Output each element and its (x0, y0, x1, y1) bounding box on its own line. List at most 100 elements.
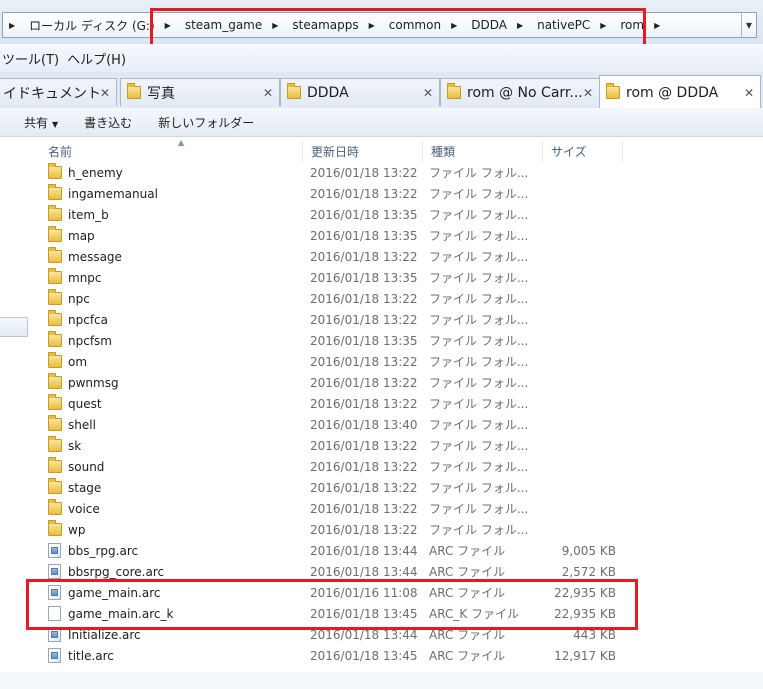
file-name-cell: Initialize.arc (48, 624, 302, 645)
column-header-date[interactable]: 更新日時 (303, 140, 423, 162)
column-header-name[interactable]: 名前 ▲ (40, 138, 303, 162)
file-row[interactable]: game_main.arc 2016/01/16 11:08 ARC ファイル … (30, 582, 763, 603)
file-row[interactable]: om 2016/01/18 13:22 ファイル フォル... (30, 351, 763, 372)
file-row[interactable]: title.arc 2016/01/18 13:45 ARC ファイル 12,9… (30, 645, 763, 666)
caret-down-icon: ▼ (52, 119, 59, 129)
file-name-cell: message (48, 246, 302, 267)
file-row[interactable]: quest 2016/01/18 13:22 ファイル フォル... (30, 393, 763, 414)
folder-icon (48, 478, 62, 494)
column-header-label: 種類 (431, 144, 456, 159)
file-size: 22,935 KB (554, 606, 616, 621)
breadcrumb-ddda[interactable]: DDDA (467, 13, 511, 37)
tab-bar: イドキュメント ✕ 写真 ✕ DDDA ✕ rom @ No Carr... ✕… (0, 72, 763, 109)
file-row[interactable]: sk 2016/01/18 13:22 ファイル フォル... (30, 435, 763, 456)
file-row[interactable]: npcfca 2016/01/18 13:22 ファイル フォル... (30, 309, 763, 330)
close-icon[interactable]: ✕ (423, 86, 433, 100)
file-name-cell: om (48, 351, 302, 372)
burn-button[interactable]: 書き込む (84, 114, 132, 131)
file-type: ARC ファイル (429, 649, 506, 663)
folder-icon (48, 520, 62, 536)
file-size: 9,005 KB (561, 543, 616, 558)
breadcrumb-sep[interactable]: ▶ (648, 13, 670, 37)
close-icon[interactable]: ✕ (100, 86, 110, 100)
folder-icon (48, 457, 62, 473)
file-row[interactable]: item_b 2016/01/18 13:35 ファイル フォル... (30, 204, 763, 225)
menu-tools[interactable]: ツール(T) (0, 49, 65, 68)
tab-rom-no-carr[interactable]: rom @ No Carr... ✕ (440, 78, 600, 106)
file-row[interactable]: bbs_rpg.arc 2016/01/18 13:44 ARC ファイル 9,… (30, 540, 763, 561)
breadcrumb-nativepc[interactable]: nativePC (533, 13, 594, 37)
file-size (541, 351, 616, 372)
file-name-cell: map (48, 225, 302, 246)
share-button[interactable]: 共有 ▼ (24, 114, 58, 131)
menu-help[interactable]: ヘルプ(H) (65, 49, 132, 68)
navigation-pane-selected-item[interactable] (0, 317, 28, 337)
file-row[interactable]: sound 2016/01/18 13:22 ファイル フォル... (30, 456, 763, 477)
file-row[interactable]: mnpc 2016/01/18 13:35 ファイル フォル... (30, 267, 763, 288)
close-icon[interactable]: ✕ (263, 86, 273, 100)
column-header-size[interactable]: サイズ (543, 140, 623, 162)
file-name: quest (68, 396, 102, 411)
file-name: stage (68, 480, 102, 495)
file-row[interactable]: pwnmsg 2016/01/18 13:22 ファイル フォル... (30, 372, 763, 393)
breadcrumb-steamapps[interactable]: steamapps (288, 13, 362, 37)
file-row[interactable]: npc 2016/01/18 13:22 ファイル フォル... (30, 288, 763, 309)
tab-rom-ddda[interactable]: rom @ DDDA ✕ (599, 75, 761, 109)
file-row[interactable]: message 2016/01/18 13:22 ファイル フォル... (30, 246, 763, 267)
breadcrumb-label: DDDA (471, 18, 507, 32)
file-type: ファイル フォル... (429, 355, 529, 369)
folder-icon (48, 352, 62, 368)
tab-ddda[interactable]: DDDA ✕ (280, 78, 440, 106)
file-row[interactable]: ingamemanual 2016/01/18 13:22 ファイル フォル..… (30, 183, 763, 204)
close-icon[interactable]: ✕ (583, 86, 593, 100)
file-row[interactable]: game_main.arc_k 2016/01/18 13:45 ARC_K フ… (30, 603, 763, 624)
breadcrumb-drive[interactable]: ローカル ディスク (G:) (25, 13, 159, 37)
breadcrumb-sep[interactable]: ▶ (266, 13, 288, 37)
breadcrumb-sep[interactable]: ▶ (445, 13, 467, 37)
file-row[interactable]: h_enemy 2016/01/18 13:22 ファイル フォル... (30, 162, 763, 183)
file-type: ARC_K ファイル (429, 607, 520, 621)
file-row[interactable]: voice 2016/01/18 13:22 ファイル フォル... (30, 498, 763, 519)
address-bar[interactable]: ▶ ローカル ディスク (G:) ▶ steam_game ▶ steamapp… (2, 12, 757, 38)
file-date: 2016/01/18 13:22 (310, 375, 418, 390)
breadcrumb-sep[interactable]: ▶ (363, 13, 385, 37)
file-row[interactable]: npcfsm 2016/01/18 13:35 ファイル フォル... (30, 330, 763, 351)
folder-icon (287, 83, 301, 99)
file-date: 2016/01/18 13:22 (310, 249, 418, 264)
file-name: npc (68, 291, 90, 306)
file-row[interactable]: Initialize.arc 2016/01/18 13:44 ARC ファイル… (30, 624, 763, 645)
breadcrumb-root-arrow[interactable]: ▶ (3, 13, 25, 37)
breadcrumb-sep[interactable]: ▶ (511, 13, 533, 37)
breadcrumb-steam-game[interactable]: steam_game (181, 13, 266, 37)
file-row[interactable]: stage 2016/01/18 13:22 ファイル フォル... (30, 477, 763, 498)
file-size (541, 498, 616, 519)
breadcrumb-sep[interactable]: ▶ (594, 13, 616, 37)
file-type: ファイル フォル... (429, 502, 529, 516)
folder-icon (606, 83, 620, 99)
file-date: 2016/01/18 13:35 (310, 270, 418, 285)
address-history-dropdown[interactable]: ▼ (741, 13, 756, 37)
new-folder-button[interactable]: 新しいフォルダー (158, 114, 254, 131)
breadcrumb-sep[interactable]: ▶ (159, 13, 181, 37)
tab-documents[interactable]: イドキュメント ✕ (0, 78, 117, 106)
file-row[interactable]: shell 2016/01/18 13:40 ファイル フォル... (30, 414, 763, 435)
file-row[interactable]: bbsrpg_core.arc 2016/01/18 13:44 ARC ファイ… (30, 561, 763, 582)
file-size (541, 162, 616, 183)
file-date: 2016/01/18 13:22 (310, 396, 418, 411)
navigation-pane (0, 137, 30, 689)
column-headers: 名前 ▲ 更新日時 種類 サイズ (30, 138, 763, 162)
file-row[interactable]: wp 2016/01/18 13:22 ファイル フォル... (30, 519, 763, 540)
close-icon[interactable]: ✕ (744, 86, 754, 100)
file-name-cell: game_main.arc (48, 582, 302, 603)
breadcrumb-rom[interactable]: rom (616, 13, 648, 37)
tab-photos[interactable]: 写真 ✕ (120, 78, 280, 106)
file-row[interactable]: map 2016/01/18 13:35 ファイル フォル... (30, 225, 763, 246)
file-size (541, 267, 616, 288)
breadcrumb-common[interactable]: common (385, 13, 445, 37)
file-type: ARC ファイル (429, 586, 506, 600)
file-type: ファイル フォル... (429, 187, 529, 201)
status-area (0, 672, 763, 689)
file-size (541, 435, 616, 456)
column-header-type[interactable]: 種類 (423, 140, 543, 162)
file-name: title.arc (68, 648, 114, 663)
